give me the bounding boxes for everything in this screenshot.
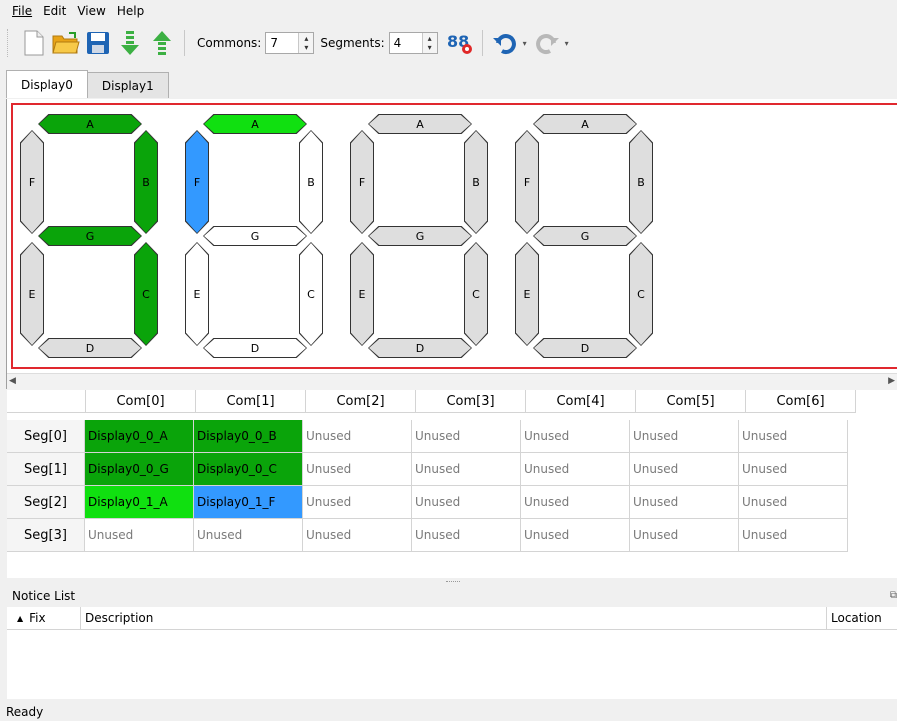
- column-header[interactable]: Com[0]: [86, 390, 196, 413]
- toolbar: Commons: 7 ▴ ▾ Segments: 4 ▴ ▾ 88 ▾ ▾: [0, 22, 897, 64]
- grid-cell[interactable]: Unused: [303, 486, 412, 519]
- column-header[interactable]: Com[5]: [636, 390, 746, 413]
- grid-cell[interactable]: Unused: [412, 519, 521, 552]
- grid-cell[interactable]: Display0_1_F: [194, 486, 303, 519]
- segments-value[interactable]: 4: [390, 36, 422, 50]
- grid-corner[interactable]: [7, 390, 86, 413]
- notice-list-titlebar: Notice List: [0, 586, 897, 606]
- display-tabs: Display0 Display1: [6, 70, 169, 98]
- grid-cell[interactable]: Display0_0_A: [85, 420, 194, 453]
- segments-label: Segments:: [320, 36, 385, 50]
- grid-header-row: Com[0] Com[1] Com[2] Com[3] Com[4] Com[5…: [7, 390, 856, 413]
- notice-header-row: ▲ Fix Description Location: [7, 607, 897, 630]
- scroll-left-icon[interactable]: ◀: [9, 376, 16, 386]
- column-header[interactable]: Com[2]: [306, 390, 416, 413]
- stepper-arrows-icon[interactable]: ▴ ▾: [421, 33, 437, 53]
- grid-cell[interactable]: Unused: [739, 519, 848, 552]
- redo-icon[interactable]: [533, 29, 561, 57]
- notice-table: ▲ Fix Description Location: [7, 607, 897, 699]
- menu-help[interactable]: Help: [113, 4, 151, 18]
- horizontal-scrollbar[interactable]: ◀ ▶: [7, 373, 897, 390]
- splitter-grip[interactable]: [446, 581, 460, 582]
- grid-cell[interactable]: Unused: [521, 486, 630, 519]
- column-header-location[interactable]: Location: [827, 607, 897, 629]
- grid-cell[interactable]: Display0_0_B: [194, 420, 303, 453]
- column-header-description[interactable]: Description: [81, 607, 827, 629]
- save-icon[interactable]: [84, 29, 112, 57]
- undo-dropdown-icon[interactable]: ▾: [523, 39, 527, 48]
- status-text: Ready: [6, 705, 44, 719]
- new-file-icon[interactable]: [20, 29, 48, 57]
- column-header[interactable]: Com[1]: [196, 390, 306, 413]
- column-header-fix[interactable]: ▲ Fix: [7, 607, 81, 629]
- scroll-right-icon[interactable]: ▶: [888, 376, 895, 386]
- status-bar: Ready: [0, 703, 897, 721]
- grid-cell[interactable]: Display0_1_A: [85, 486, 194, 519]
- toolbar-grip[interactable]: [7, 29, 12, 57]
- grid-cell[interactable]: Unused: [412, 453, 521, 486]
- column-header[interactable]: Com[6]: [746, 390, 856, 413]
- toolbar-separator: [481, 30, 483, 56]
- grid-cell[interactable]: Unused: [521, 453, 630, 486]
- column-header[interactable]: Com[3]: [416, 390, 526, 413]
- menu-view[interactable]: View: [73, 4, 112, 18]
- export-up-icon[interactable]: [148, 29, 176, 57]
- grid-cell[interactable]: Unused: [303, 453, 412, 486]
- tab-display1[interactable]: Display1: [86, 72, 169, 98]
- grid-cell[interactable]: Unused: [630, 453, 739, 486]
- menu-bar: File Edit View Help: [0, 0, 897, 22]
- mapping-grid: Com[0] Com[1] Com[2] Com[3] Com[4] Com[5…: [7, 390, 897, 578]
- commons-stepper[interactable]: 7 ▴ ▾: [265, 32, 315, 54]
- row-header[interactable]: Seg[2]: [7, 486, 85, 519]
- menu-edit[interactable]: Edit: [39, 4, 73, 18]
- grid-cell[interactable]: Unused: [194, 519, 303, 552]
- grid-cell[interactable]: Unused: [85, 519, 194, 552]
- undo-icon[interactable]: [491, 29, 519, 57]
- grid-cell[interactable]: Unused: [521, 420, 630, 453]
- redo-dropdown-icon[interactable]: ▾: [565, 39, 569, 48]
- dock-float-icon[interactable]: ⧉: [890, 590, 897, 601]
- grid-cell[interactable]: Unused: [303, 519, 412, 552]
- grid-cell[interactable]: Unused: [630, 486, 739, 519]
- row-header[interactable]: Seg[0]: [7, 420, 85, 453]
- grid-cell[interactable]: Unused: [739, 453, 848, 486]
- grid-cell[interactable]: Unused: [630, 519, 739, 552]
- grid-cell[interactable]: Unused: [630, 420, 739, 453]
- import-down-icon[interactable]: [116, 29, 144, 57]
- open-folder-icon[interactable]: [52, 29, 80, 57]
- grid-cell[interactable]: Display0_0_C: [194, 453, 303, 486]
- grid-cell[interactable]: Unused: [739, 420, 848, 453]
- selection-highlight: [11, 103, 897, 369]
- row-header[interactable]: Seg[3]: [7, 519, 85, 552]
- notice-list-title: Notice List: [12, 589, 76, 603]
- stepper-arrows-icon[interactable]: ▴ ▾: [298, 33, 314, 53]
- grid-cell[interactable]: Unused: [303, 420, 412, 453]
- table-row: Seg[3] Unused Unused Unused Unused Unuse…: [7, 519, 848, 552]
- column-header[interactable]: Com[4]: [526, 390, 636, 413]
- toolbar-separator: [184, 30, 185, 56]
- commons-label: Commons:: [197, 36, 262, 50]
- grid-cell[interactable]: Display0_0_G: [85, 453, 194, 486]
- commons-value[interactable]: 7: [266, 36, 298, 50]
- row-header[interactable]: Seg[1]: [7, 453, 85, 486]
- menu-file[interactable]: File: [0, 4, 39, 18]
- grid-cell[interactable]: Unused: [412, 420, 521, 453]
- grid-cell[interactable]: Unused: [521, 519, 630, 552]
- segments-stepper[interactable]: 4 ▴ ▾: [388, 32, 438, 54]
- grid-cell[interactable]: Unused: [412, 486, 521, 519]
- segment-settings-icon[interactable]: 88: [446, 29, 474, 57]
- table-row: Seg[2] Display0_1_A Display0_1_F Unused …: [7, 486, 848, 519]
- fix-label: Fix: [29, 611, 46, 625]
- panel-splitter[interactable]: [0, 578, 897, 586]
- table-row: Seg[0] Display0_0_A Display0_0_B Unused …: [7, 420, 848, 453]
- sort-up-icon: ▲: [17, 613, 24, 623]
- table-row: Seg[1] Display0_0_G Display0_0_C Unused …: [7, 453, 848, 486]
- grid-cell[interactable]: Unused: [739, 486, 848, 519]
- tab-display0[interactable]: Display0: [6, 70, 88, 98]
